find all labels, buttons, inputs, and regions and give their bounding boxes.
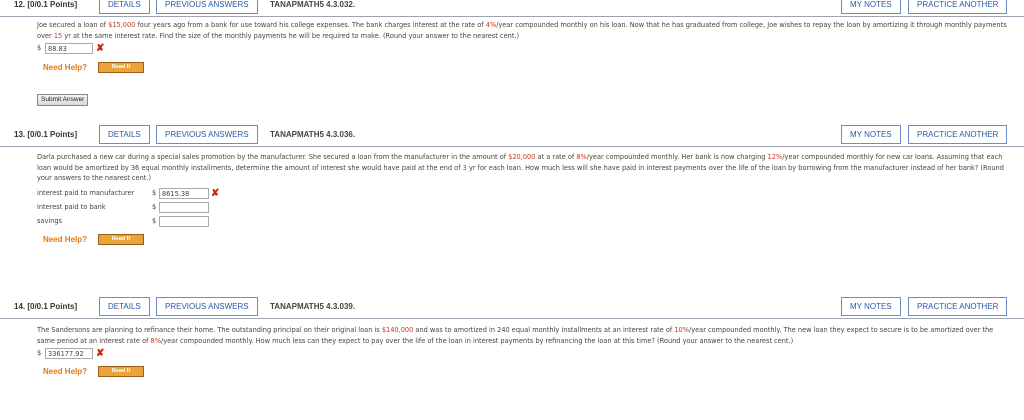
details-button[interactable]: DETAILS (99, 0, 150, 14)
read-it-button[interactable]: Read It (98, 62, 144, 73)
question-13-number: 13. [0/0.1 Points] (14, 130, 78, 139)
answer-input[interactable] (45, 348, 93, 359)
need-help-label: Need Help? (43, 63, 88, 72)
details-button[interactable]: DETAILS (99, 125, 150, 144)
question-code: TANAPMATH5 4.3.039. (270, 302, 356, 311)
need-help-label: Need Help? (43, 235, 88, 244)
practice-another-button[interactable]: PRACTICE ANOTHER (908, 125, 1008, 144)
read-it-button[interactable]: Read It (98, 366, 144, 377)
question-12-header: 12. [0/0.1 Points] DETAILS PREVIOUS ANSW… (0, 0, 1024, 17)
question-code: TANAPMATH5 4.3.032. (270, 0, 356, 9)
question-12-number: 12. [0/0.1 Points] (14, 0, 78, 9)
incorrect-icon: ✘ (96, 43, 105, 54)
answer-input[interactable] (45, 43, 93, 54)
savings-row: savings (37, 216, 62, 227)
currency-label: $ (152, 189, 157, 197)
answer-row: $ (37, 43, 41, 54)
practice-another-button[interactable]: PRACTICE ANOTHER (908, 0, 1008, 14)
incorrect-icon: ✘ (211, 188, 220, 199)
previous-answers-button[interactable]: PREVIOUS ANSWERS (156, 125, 258, 144)
row-label: interest paid to manufacturer (37, 189, 135, 197)
interest-manufacturer-input[interactable] (159, 188, 209, 199)
question-14-number: 14. [0/0.1 Points] (14, 302, 78, 311)
question-14-text: The Sandersons are planning to refinance… (37, 326, 994, 345)
row-label: interest paid to bank (37, 203, 106, 211)
read-it-button[interactable]: Read It (98, 234, 144, 245)
interest-manufacturer-row: interest paid to manufacturer (37, 188, 134, 199)
answer-row: $ (37, 348, 41, 359)
previous-answers-button[interactable]: PREVIOUS ANSWERS (156, 0, 258, 14)
previous-answers-button[interactable]: PREVIOUS ANSWERS (156, 297, 258, 316)
currency-label: $ (152, 203, 157, 211)
details-button[interactable]: DETAILS (99, 297, 150, 316)
question-13-text: Darla purchased a new car during a speci… (37, 153, 1004, 182)
row-label: savings (37, 217, 63, 225)
interest-bank-input[interactable] (159, 202, 209, 213)
currency-label: $ (37, 44, 42, 52)
question-code: TANAPMATH5 4.3.036. (270, 130, 356, 139)
interest-bank-row: interest paid to bank (37, 202, 106, 213)
need-help-label: Need Help? (43, 367, 88, 376)
incorrect-icon: ✘ (96, 348, 105, 359)
question-12-text: Joe secured a loan of $15,000 four years… (37, 21, 1007, 40)
savings-input[interactable] (159, 216, 209, 227)
practice-another-button[interactable]: PRACTICE ANOTHER (908, 297, 1008, 316)
my-notes-button[interactable]: MY NOTES (841, 297, 901, 316)
question-13-header: 13. [0/0.1 Points] DETAILS PREVIOUS ANSW… (0, 123, 1024, 147)
my-notes-button[interactable]: MY NOTES (841, 125, 901, 144)
currency-label: $ (152, 217, 157, 225)
question-14-header: 14. [0/0.1 Points] DETAILS PREVIOUS ANSW… (0, 295, 1024, 319)
my-notes-button[interactable]: MY NOTES (841, 0, 901, 14)
submit-answer-button[interactable]: Submit Answer (37, 94, 89, 106)
currency-label: $ (37, 349, 42, 357)
